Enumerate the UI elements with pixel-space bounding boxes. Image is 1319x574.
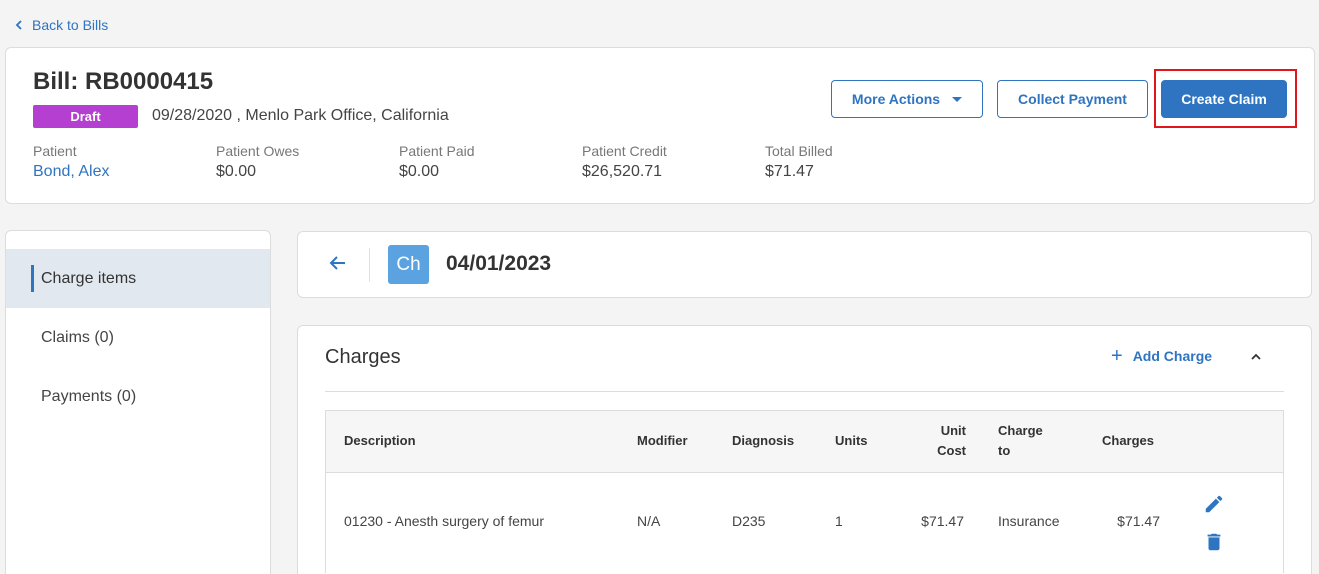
- status-badge: Draft: [33, 105, 138, 128]
- back-to-bills-link[interactable]: Back to Bills: [12, 16, 108, 34]
- col-unit-cost-line1: Unit: [940, 423, 966, 438]
- stat-label: Patient: [33, 143, 77, 159]
- cell-charge-to: Insurance: [998, 513, 1060, 529]
- collect-payment-button[interactable]: Collect Payment: [997, 80, 1148, 118]
- stat-value: $26,520.71: [582, 163, 663, 180]
- highlight-box: [1154, 69, 1297, 128]
- charges-card: Charges + Add Charge Description Modifie…: [297, 325, 1312, 574]
- stat-label: Total Billed: [765, 143, 833, 159]
- chevron-left-icon: [15, 20, 22, 30]
- divider: [369, 248, 370, 282]
- avatar: Ch: [388, 245, 429, 284]
- charges-table: Description Modifier Diagnosis Units Uni…: [325, 410, 1284, 573]
- sidebar-item-label: Claims (0): [41, 328, 114, 346]
- arrow-left-icon[interactable]: [326, 251, 350, 275]
- col-units: Units: [835, 433, 868, 448]
- col-modifier: Modifier: [637, 433, 688, 448]
- encounter-header: Ch 04/01/2023: [297, 231, 1312, 298]
- col-charges: Charges: [1102, 433, 1155, 448]
- stat-value: $71.47: [765, 163, 814, 180]
- sidebar-item-charge-items[interactable]: Charge items: [6, 249, 270, 308]
- caret-down-icon: [952, 96, 963, 102]
- collect-payment-label: Collect Payment: [1018, 91, 1127, 107]
- col-unit-cost: Unit Cost: [932, 421, 966, 461]
- stat-label: Patient Owes: [216, 143, 300, 159]
- stat-total-billed: Total Billed $71.47: [765, 143, 833, 181]
- edit-icon[interactable]: [1203, 493, 1225, 515]
- more-actions-label: More Actions: [851, 91, 941, 107]
- plus-icon: +: [1111, 345, 1123, 367]
- col-description: Description: [344, 433, 416, 448]
- sidebar-item-payments[interactable]: Payments (0): [6, 367, 270, 426]
- chevron-up-icon[interactable]: [1249, 350, 1263, 364]
- table-header: Description Modifier Diagnosis Units Uni…: [325, 410, 1284, 473]
- bill-meta: 09/28/2020 , Menlo Park Office, Californ…: [152, 107, 449, 124]
- col-charge-to-line2: to: [998, 443, 1011, 458]
- cell-units: 1: [835, 513, 843, 529]
- add-charge-label: Add Charge: [1132, 348, 1213, 364]
- trash-icon[interactable]: [1203, 531, 1225, 553]
- col-diagnosis: Diagnosis: [732, 433, 795, 448]
- cell-modifier: N/A: [637, 513, 661, 529]
- col-charge-to: Charge to: [998, 421, 1043, 461]
- col-unit-cost-line2: Cost: [937, 443, 966, 458]
- sidebar-item-label: Charge items: [41, 269, 137, 287]
- cell-description: 01230 - Anesth surgery of femur: [344, 513, 544, 529]
- bill-title: Bill: RB0000415: [33, 68, 214, 95]
- divider: [325, 391, 1284, 392]
- stat-patient: Patient Bond, Alex: [33, 143, 110, 181]
- col-charge-to-line1: Charge: [998, 423, 1043, 438]
- cell-unit-cost: $71.47: [921, 513, 964, 529]
- sidebar-item-label: Payments (0): [41, 387, 137, 405]
- stat-patient-credit: Patient Credit $26,520.71: [582, 143, 667, 181]
- charges-title: Charges: [325, 346, 401, 368]
- more-actions-button[interactable]: More Actions: [831, 80, 983, 118]
- back-to-bills-label: Back to Bills: [32, 17, 109, 33]
- stat-label: Patient Credit: [582, 143, 667, 159]
- stat-value: $0.00: [399, 163, 440, 180]
- bill-header-card: Bill: RB0000415 Draft 09/28/2020 , Menlo…: [5, 47, 1315, 204]
- add-charge-button[interactable]: + Add Charge: [1111, 345, 1213, 367]
- table-row: 01230 - Anesth surgery of femur N/A D235…: [325, 473, 1284, 573]
- stat-patient-owes: Patient Owes $0.00: [216, 143, 299, 181]
- stat-patient-paid: Patient Paid $0.00: [399, 143, 475, 181]
- sidebar: Charge items Claims (0) Payments (0): [5, 230, 271, 574]
- stat-label: Patient Paid: [399, 143, 475, 159]
- sidebar-item-claims[interactable]: Claims (0): [6, 308, 270, 367]
- cell-diagnosis: D235: [732, 513, 766, 529]
- cell-charges: $71.47: [1117, 513, 1160, 529]
- encounter-date: 04/01/2023: [446, 252, 552, 275]
- stat-value: $0.00: [216, 163, 257, 180]
- patient-name-link[interactable]: Bond, Alex: [33, 163, 110, 181]
